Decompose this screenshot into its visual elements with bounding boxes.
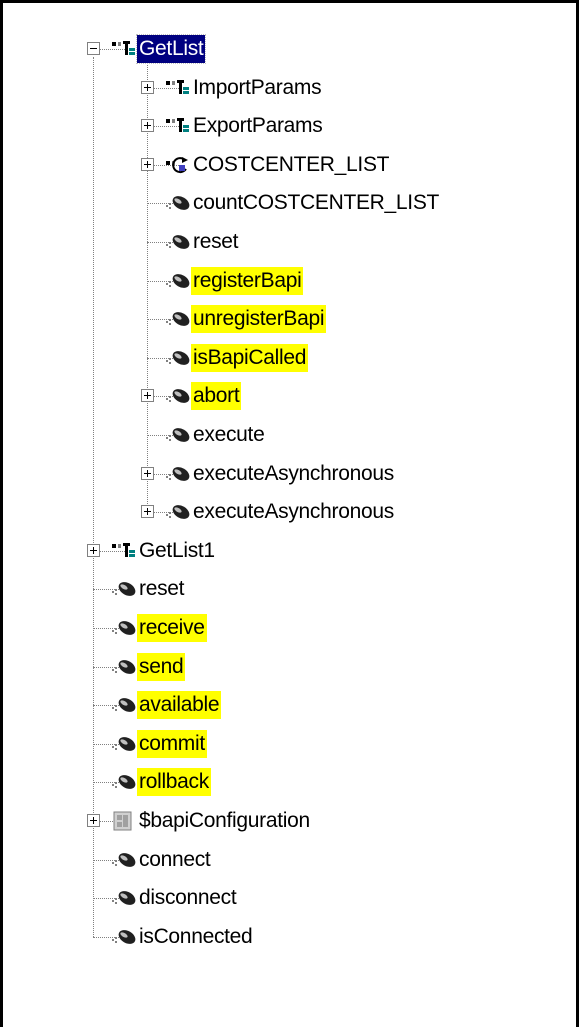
tree-node-label[interactable]: connect [137,846,212,874]
expand-toggle[interactable] [141,505,154,519]
expand-toggle[interactable] [141,466,154,480]
tree-node-label[interactable]: GetList1 [137,537,217,565]
tree-node[interactable]: reset [0,225,579,259]
tree-node[interactable]: isConnected [0,920,579,954]
tree-node[interactable]: unregisterBapi [0,302,579,336]
expand-toggle[interactable] [87,814,100,827]
tree-node[interactable]: connect [0,843,579,877]
expand-toggle[interactable] [87,543,100,557]
tree-node-label[interactable]: ExportParams [191,112,324,140]
tree-node-label[interactable]: executeAsynchronous [191,460,396,488]
tree-node-label[interactable]: receive [137,614,207,642]
method-icon [111,579,137,599]
tree-node-label[interactable]: isBapiCalled [191,343,309,372]
object-tree: GetList ImportParams ExportParams COSTCENTE… [0,0,579,1027]
tree-node-label[interactable]: available [137,691,222,720]
tree-node-label[interactable]: COSTCENTER_LIST [191,151,391,179]
tree-node[interactable]: isBapiCalled [0,341,579,375]
tree-node[interactable]: disconnect [0,881,579,915]
tree-node-label[interactable]: GetList [135,34,207,64]
tree-node[interactable]: $bapiConfiguration [0,804,579,838]
method-icon [111,772,137,792]
expand-toggle[interactable] [141,119,154,133]
method-icon [111,695,137,715]
tree-node[interactable]: executeAsynchronous [0,495,579,529]
tree-node[interactable]: receive [0,611,579,645]
tree-node-label[interactable]: executeAsynchronous [191,498,396,526]
tree-node-label[interactable]: ImportParams [191,74,323,102]
method-icon [165,271,191,291]
tree-node-label[interactable]: unregisterBapi [191,305,327,334]
tree-node[interactable]: execute [0,418,579,452]
method-icon [165,425,191,445]
tree-node[interactable]: COSTCENTER_LIST [0,148,579,182]
tree-node[interactable]: countCOSTCENTER_LIST [0,186,579,220]
tree-node[interactable]: GetList1 [0,534,579,568]
tree-node[interactable]: send [0,650,579,684]
method-icon [165,232,191,252]
method-icon [165,309,191,329]
tree-node-label[interactable]: rollback [137,768,211,797]
struct-icon [111,39,137,59]
tree-node-label[interactable]: isConnected [137,923,254,951]
collapse-toggle[interactable] [87,42,100,55]
tree-node[interactable]: GetList [0,32,579,66]
tree-node[interactable]: ExportParams [0,109,579,143]
table-icon [165,155,191,175]
tree-node-label[interactable]: reset [137,575,186,603]
tree-node-label[interactable]: countCOSTCENTER_LIST [191,189,441,217]
expand-toggle[interactable] [141,389,154,403]
method-icon [165,193,191,213]
method-icon [111,734,137,754]
method-icon [111,618,137,638]
tree-node[interactable]: reset [0,572,579,606]
tree-node[interactable]: ImportParams [0,71,579,105]
tree-node-label[interactable]: reset [191,228,240,256]
method-icon [165,348,191,368]
method-icon [111,888,137,908]
struct-icon [165,78,191,98]
tree-node-label[interactable]: commit [137,729,207,758]
tree-node[interactable]: abort [0,379,579,413]
tree-node[interactable]: commit [0,727,579,761]
tree-node[interactable]: registerBapi [0,264,579,298]
struct-icon [165,116,191,136]
tree-node[interactable]: available [0,688,579,722]
tree-node-label[interactable]: $bapiConfiguration [137,807,312,835]
method-icon [111,850,137,870]
method-icon [165,502,191,522]
tree-node[interactable]: executeAsynchronous [0,457,579,491]
method-icon [165,386,191,406]
tree-node-label[interactable]: registerBapi [191,266,304,295]
method-icon [111,657,137,677]
struct-icon [111,541,137,561]
expand-toggle[interactable] [141,80,154,94]
tree-node-label[interactable]: disconnect [137,884,238,912]
method-icon [111,927,137,947]
method-icon [165,464,191,484]
expand-toggle[interactable] [141,157,154,171]
tree-node-label[interactable]: abort [191,382,242,411]
config-icon [111,811,137,831]
tree-node[interactable]: rollback [0,765,579,799]
tree-node-label[interactable]: execute [191,421,266,449]
tree-node-label[interactable]: send [137,652,186,681]
